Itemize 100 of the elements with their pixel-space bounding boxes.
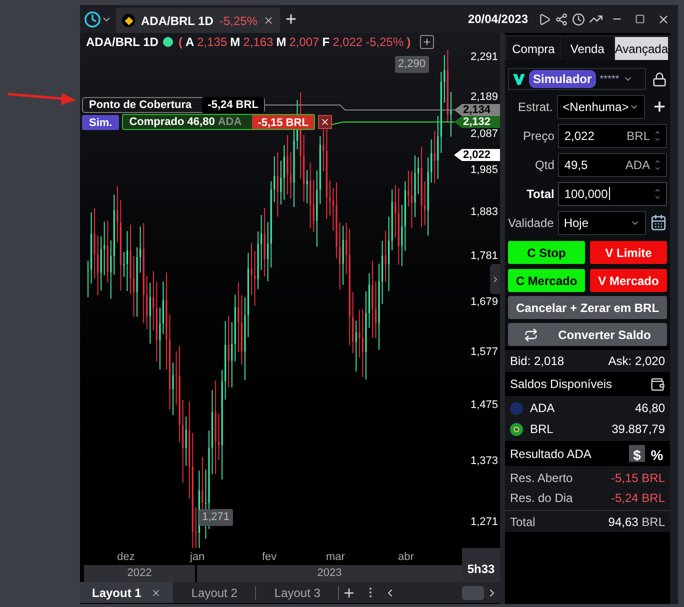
action-button[interactable]: Converter Saldo bbox=[508, 323, 667, 346]
asset-amount: 39.887,79 bbox=[612, 421, 665, 438]
mode-toggle[interactable]: % bbox=[649, 445, 665, 462]
number-field[interactable]: 49,5 ADA bbox=[558, 152, 667, 176]
layout-tab[interactable]: Layout 2 bbox=[173, 582, 256, 603]
field-value: <Nenhuma> bbox=[562, 98, 629, 116]
close-position-button[interactable] bbox=[318, 115, 332, 129]
ohlc-label: M bbox=[230, 34, 240, 50]
field-label: Estrat. bbox=[516, 98, 553, 116]
plus-icon bbox=[422, 36, 432, 46]
paren-text: ( bbox=[178, 34, 182, 50]
select-field[interactable]: Hoje bbox=[558, 210, 646, 234]
convert-icon bbox=[524, 328, 538, 342]
spinner-icon bbox=[654, 128, 661, 142]
x-axis-label: mar bbox=[326, 550, 345, 565]
order-button[interactable]: V Mercado bbox=[590, 269, 667, 292]
break-even-value: -5,24 BRL bbox=[202, 96, 264, 114]
paren-text: ) bbox=[406, 34, 411, 50]
ohlc-label: A bbox=[185, 34, 194, 50]
wallet-icon bbox=[650, 376, 665, 392]
number-field[interactable]: 2,022 BRL bbox=[558, 124, 667, 148]
share-icon bbox=[555, 12, 568, 26]
section-title: Resultado ADA bbox=[510, 446, 592, 462]
field-value: 49,5 bbox=[564, 156, 588, 174]
ohlc-value: 2,135 bbox=[197, 34, 228, 50]
ohlc-value: 2,007 bbox=[289, 34, 320, 50]
masked-balance: ***** bbox=[600, 72, 620, 86]
position-text: Comprado 46,80 bbox=[129, 114, 216, 130]
layout-tab[interactable]: Layout 1 bbox=[80, 582, 174, 603]
y-axis-label: 1,475 bbox=[470, 399, 498, 411]
coin-icon bbox=[510, 402, 523, 414]
add-indicator-button[interactable] bbox=[420, 34, 434, 48]
panel-tab[interactable]: Compra bbox=[507, 37, 560, 60]
field-label: Total bbox=[526, 186, 554, 202]
field-label: Qtd bbox=[534, 156, 554, 174]
y-axis-label: 2,189 bbox=[470, 91, 498, 103]
change-value: -5,25% bbox=[366, 34, 404, 50]
x-axis-label: abr bbox=[398, 550, 414, 565]
countdown-label: 5h33 bbox=[462, 548, 500, 582]
coin-logo-icon bbox=[122, 14, 135, 27]
spinner-icon bbox=[654, 158, 661, 172]
y-axis-label: 1,679 bbox=[470, 296, 498, 308]
layout-tab[interactable]: Layout 3 bbox=[256, 582, 338, 603]
action-button[interactable]: Cancelar + Zerar em BRL bbox=[508, 296, 667, 319]
price-tag: 2,134 bbox=[454, 104, 500, 116]
panel-tab[interactable]: Venda bbox=[560, 37, 614, 60]
panel-tab[interactable]: Avançada bbox=[614, 37, 668, 60]
plus-icon bbox=[284, 12, 298, 26]
field-label: Validade bbox=[508, 214, 554, 232]
plus-icon bbox=[652, 99, 667, 114]
low-marker: 1,271 bbox=[199, 509, 233, 526]
scrollbar-thumb bbox=[462, 586, 484, 600]
chart-tab[interactable]: ADA/BRL 1D -5,25% bbox=[116, 8, 280, 33]
ohlc-label: F bbox=[322, 34, 330, 50]
account-selector[interactable]: Simulador ***** bbox=[508, 68, 646, 90]
y-axis-label: 2,291 bbox=[470, 51, 498, 63]
expand-panel-handle[interactable] bbox=[490, 264, 500, 294]
section-title: Saldos Disponíveis bbox=[510, 376, 612, 393]
order-button[interactable]: C Mercado bbox=[508, 269, 585, 292]
calendar-icon bbox=[650, 214, 667, 231]
price-tag: 2,022 bbox=[454, 149, 500, 161]
result-value: -5,15 BRL bbox=[610, 470, 665, 487]
position-pnl: -5,15 BRL bbox=[252, 115, 314, 129]
asset-name: BRL bbox=[530, 421, 554, 438]
x-axis-label: jan bbox=[190, 550, 205, 565]
close-icon bbox=[151, 588, 162, 598]
spinner-icon bbox=[654, 186, 661, 200]
calendar-button[interactable] bbox=[650, 214, 667, 231]
tab-title: ADA/BRL 1D bbox=[141, 12, 214, 30]
y-axis-label: 2,087 bbox=[470, 128, 498, 140]
x-axis-label: fev bbox=[262, 550, 277, 565]
bid-text: Bid: 2,018 bbox=[510, 353, 564, 370]
field-unit: ADA bbox=[625, 156, 650, 174]
result-label: Res. Aberto bbox=[510, 470, 573, 487]
field-value: 2,022 bbox=[564, 128, 594, 144]
y-axis-label: 1,271 bbox=[470, 516, 498, 528]
add-strategy-button[interactable] bbox=[652, 99, 667, 114]
logo-icon bbox=[513, 74, 525, 84]
asset-name: ADA bbox=[530, 400, 555, 417]
plus-icon bbox=[342, 586, 356, 600]
price-tag: 2,132 bbox=[454, 116, 500, 128]
account-name: Simulador bbox=[529, 70, 596, 88]
mode-badge: Sim. bbox=[82, 114, 120, 130]
close-icon bbox=[263, 15, 274, 26]
x-axis-label: dez bbox=[117, 550, 135, 565]
date-label: 20/04/2023 bbox=[468, 11, 528, 28]
field-value: 100,000 bbox=[564, 186, 610, 202]
mode-toggle[interactable]: $ bbox=[629, 445, 645, 462]
ohlc-label: M bbox=[276, 34, 286, 50]
maximize-icon bbox=[635, 14, 645, 24]
new-tab-button[interactable] bbox=[284, 12, 298, 26]
ohlc-value: 2,163 bbox=[243, 34, 274, 50]
break-even-label: Ponto de Cobertura bbox=[89, 98, 193, 113]
order-button[interactable]: C Stop bbox=[508, 241, 585, 264]
year-label: 2023 bbox=[197, 565, 462, 582]
ask-text: Ask: 2,020 bbox=[608, 353, 665, 370]
position-unit: ADA bbox=[218, 114, 243, 130]
order-button[interactable]: V Limite bbox=[590, 241, 667, 264]
select-field[interactable]: <Nenhuma> bbox=[556, 94, 645, 118]
number-field[interactable]: 100,000 bbox=[558, 182, 667, 206]
